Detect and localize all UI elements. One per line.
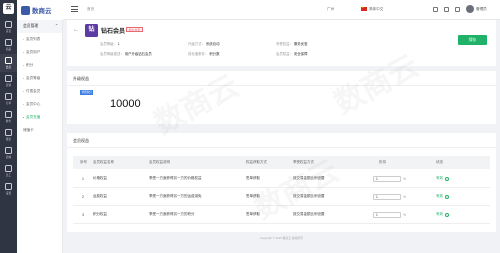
sidebar-item-points[interactable]: 积分 — [17, 59, 62, 72]
rail-item-report[interactable]: 报表 — [0, 126, 17, 144]
sidebar-item-member-center[interactable]: 会员中心 — [17, 98, 62, 111]
avatar[interactable] — [466, 5, 474, 13]
check-circle-icon — [444, 194, 449, 199]
rail-item-marketing[interactable]: 营销 — [0, 72, 17, 90]
sub-sidebar: 会员管理 ⌃ 会员列表 会员用户 积分 会员等级 付费会员 会员中心 会员充值 … — [17, 20, 63, 253]
status-badge[interactable]: 有效 — [436, 206, 449, 223]
meta-upgrade-mode: 升级方式： 系统自动 — [188, 42, 220, 46]
rail-item-member[interactable]: 会员 — [0, 54, 17, 72]
goods-icon — [5, 39, 12, 46]
rail-logo: 云 — [3, 3, 14, 14]
message-icon[interactable] — [455, 6, 460, 12]
member-type-tag: 用户会员 — [126, 26, 144, 32]
finance-icon — [5, 111, 12, 118]
meta-benefit: 享受权益： 服务优惠 — [276, 42, 308, 46]
chevron-up-icon: ⌃ — [54, 24, 58, 28]
rail-item-mall[interactable]: 商城 — [0, 144, 17, 162]
mall-icon — [5, 147, 12, 154]
rail-item-goods[interactable]: 商品 — [0, 36, 17, 54]
order-icon — [5, 93, 12, 100]
rail-item-settings[interactable]: 设置 — [0, 180, 17, 198]
china-flag-icon — [361, 6, 367, 11]
status-badge[interactable]: 有效 — [436, 188, 449, 205]
page-title: 钻石会员 — [101, 29, 126, 35]
meta-member-rights: 会员权益： 安全保障 — [276, 52, 308, 56]
menu-toggle-icon[interactable] — [71, 6, 78, 12]
col-name: 会员权益名称 — [93, 160, 114, 164]
diamond-badge-icon: 钻 — [85, 24, 98, 37]
table-row: 2 运费权益 享受一方面获得另一方的运费减免 签单获取 按交易金额比例设置 1%… — [73, 188, 490, 206]
rail-item-staff[interactable]: 员工 — [0, 162, 17, 180]
brand-logo-icon — [21, 5, 30, 15]
report-icon — [5, 129, 12, 136]
upgrade-threshold-value: 10000 — [110, 98, 141, 110]
rights-section-title: 会员权益 — [73, 138, 89, 143]
rail-item-finance[interactable]: 财务 — [0, 108, 17, 126]
member-icon — [5, 57, 12, 64]
settings-icon — [5, 183, 12, 190]
meta-growth-condition: 成长值条件： 积分数 — [188, 52, 220, 56]
sidebar-item-member-recharge[interactable]: 会员充值 — [17, 111, 62, 124]
sidebar-group-member[interactable]: 会员管理 ⌃ — [17, 20, 62, 33]
left-rail: 云 首页 商品 会员 营销 订单 财务 报表 商城 员工 设置 — [0, 0, 17, 253]
user-name[interactable]: 管理员 — [476, 7, 487, 12]
sidebar-item-member-level[interactable]: 会员等级 — [17, 72, 62, 85]
divider — [67, 85, 496, 86]
brand-name: 数商云 — [32, 8, 52, 15]
col-use: 享受权益方式 — [293, 160, 314, 164]
discount-input[interactable]: 1 — [373, 193, 401, 200]
sidebar-item-member-list[interactable]: 会员列表 — [17, 33, 62, 46]
save-button[interactable]: 保存 — [458, 35, 487, 45]
condition-tag: 消费积分 — [80, 90, 94, 95]
col-no: 序号 — [80, 160, 87, 164]
status-badge[interactable]: 有效 — [436, 170, 449, 187]
col-desc: 会员权益说明 — [149, 160, 170, 164]
footer-copyright: Copyright © 2020 数商云 版权所有 — [260, 236, 303, 240]
col-discount: 折扣 — [379, 160, 386, 164]
upgrade-rights-card: 升级权益 消费积分 10000 — [67, 71, 496, 124]
location-selector[interactable]: 广州 — [327, 7, 334, 12]
brand: 数商云 — [17, 0, 63, 20]
col-status: 状态 — [436, 160, 443, 164]
meta-level-desc: 会员等级描述： 用户升级钻石会员 — [100, 52, 152, 56]
table-row: 3 积分权益 享受一方面获得另一方的积分 签单获取 按交易金额比例设置 1% 有… — [73, 206, 490, 224]
notification-icon[interactable] — [433, 6, 438, 12]
table-header: 序号 会员权益名称 会员权益说明 权益获取方式 享受权益方式 折扣 状态 — [73, 156, 490, 169]
sidebar-item-member-users[interactable]: 会员用户 — [17, 46, 62, 59]
meta-level: 会员等级： 1 — [100, 42, 120, 46]
fullscreen-icon[interactable] — [444, 6, 449, 12]
home-icon — [5, 21, 12, 28]
top-bar: 首页 广州 简体中文 管理员 — [63, 0, 500, 20]
discount-input[interactable]: 1 — [373, 211, 401, 218]
check-circle-icon — [444, 212, 449, 217]
staff-icon — [5, 165, 12, 172]
check-circle-icon — [444, 176, 449, 181]
sidebar-item-stored-card[interactable]: 储值卡 — [17, 124, 62, 137]
marketing-icon — [5, 75, 12, 82]
upgrade-section-title: 升级权益 — [73, 76, 89, 81]
divider — [67, 147, 496, 148]
breadcrumb-home[interactable]: 首页 — [87, 7, 94, 12]
discount-input[interactable]: 1 — [373, 175, 401, 182]
sidebar-item-paid-member[interactable]: 付费会员 — [17, 85, 62, 98]
col-get: 权益获取方式 — [246, 160, 267, 164]
language-selector[interactable]: 简体中文 — [369, 7, 383, 12]
member-header-card: ← 钻 钻石会员 用户会员 会员等级： 1 会员等级描述： 用户升级钻石会员 升… — [67, 20, 496, 66]
member-rights-card: 会员权益 序号 会员权益名称 会员权益说明 权益获取方式 享受权益方式 折扣 状… — [67, 133, 496, 232]
back-arrow-icon[interactable]: ← — [73, 27, 79, 33]
table-row: 1 价格权益 享受一方面获得另一方的价格权益 签单获取 按交易金额比例设置 1%… — [73, 170, 490, 188]
rail-item-home[interactable]: 首页 — [0, 18, 17, 36]
rail-item-order[interactable]: 订单 — [0, 90, 17, 108]
